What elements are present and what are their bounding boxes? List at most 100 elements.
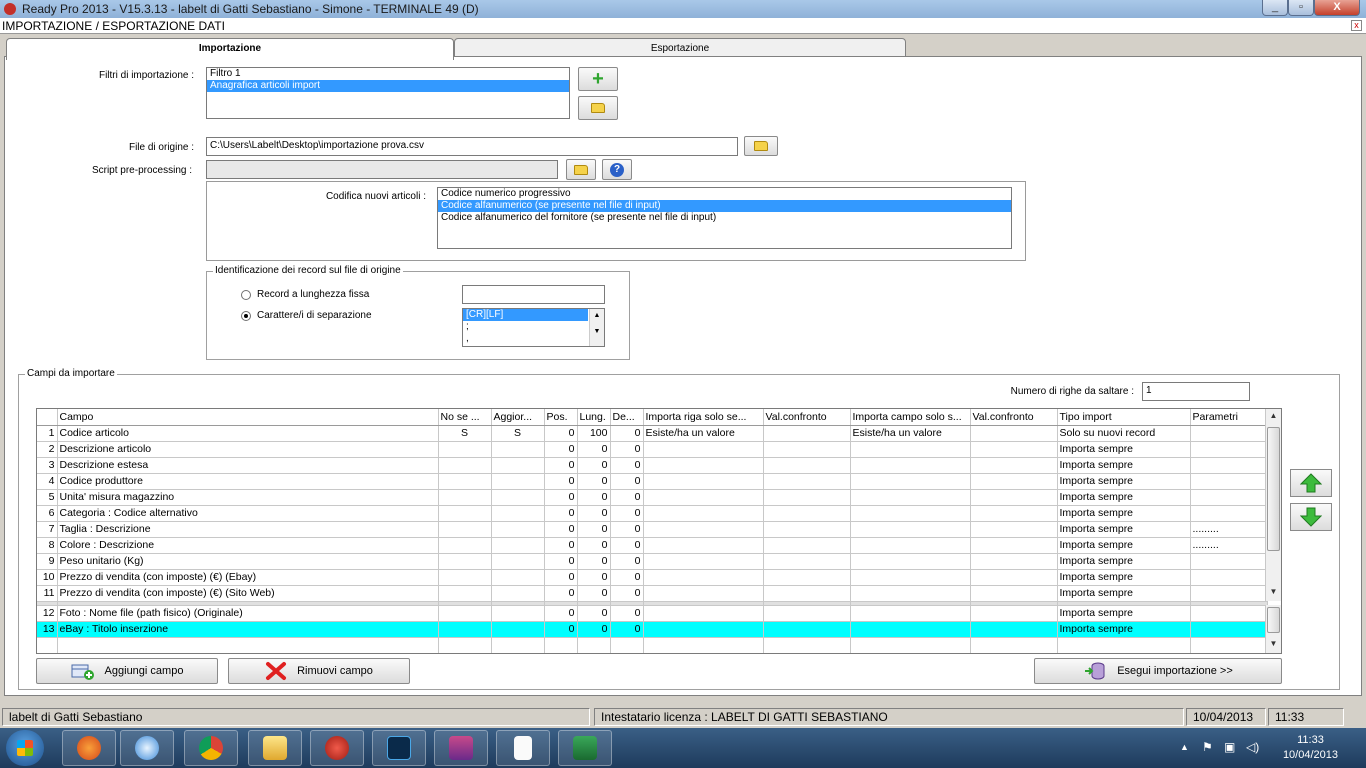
table-cell[interactable] (970, 585, 1058, 602)
table-cell[interactable] (1190, 553, 1268, 570)
table-cell[interactable]: 0 (610, 473, 644, 490)
table-cell[interactable] (850, 637, 971, 653)
table-cell[interactable]: Codice produttore (57, 473, 439, 490)
table-cell[interactable] (763, 537, 851, 554)
table-cell[interactable] (1190, 505, 1268, 522)
table-cell[interactable] (643, 521, 764, 538)
table-cell[interactable]: 0 (610, 521, 644, 538)
table-cell[interactable] (970, 537, 1058, 554)
table-cell[interactable] (643, 621, 764, 638)
table-cell[interactable]: 0 (577, 537, 611, 554)
table-row[interactable]: 9 Peso unitario (Kg) 0 0 0 Importa sempre (37, 553, 1268, 570)
list-item[interactable]: Codice alfanumerico del fornitore (se pr… (438, 212, 1011, 224)
table-cell[interactable]: S (438, 425, 492, 442)
table-cell[interactable] (970, 489, 1058, 506)
table-cell[interactable] (850, 585, 971, 602)
table-cell[interactable] (763, 585, 851, 602)
table-cell[interactable] (763, 553, 851, 570)
table-cell[interactable] (850, 473, 971, 490)
scroll-thumb[interactable] (1267, 427, 1280, 551)
table-cell[interactable]: Importa sempre (1057, 569, 1191, 586)
table-cell[interactable] (438, 441, 492, 458)
taskbar-safari[interactable] (120, 730, 174, 766)
table-cell[interactable] (850, 441, 971, 458)
list-item[interactable]: ; (463, 321, 604, 333)
column-header[interactable]: Importa riga solo se... (643, 409, 764, 426)
table-cell[interactable]: Codice articolo (57, 425, 439, 442)
table-cell[interactable] (763, 489, 851, 506)
table-cell[interactable] (1190, 457, 1268, 474)
table-cell[interactable]: 0 (544, 521, 578, 538)
table-cell[interactable] (610, 637, 644, 653)
table-cell[interactable] (643, 569, 764, 586)
table-row[interactable]: 4 Codice produttore 0 0 0 Importa sempre (37, 473, 1268, 490)
column-header[interactable]: De... (610, 409, 644, 426)
table-cell[interactable] (438, 457, 492, 474)
table-cell[interactable]: 100 (577, 425, 611, 442)
scroll-up-icon[interactable]: ▲ (1266, 409, 1281, 423)
grid-scrollbar[interactable]: ▲ ▼ (1265, 409, 1281, 601)
table-cell[interactable] (643, 553, 764, 570)
clock[interactable]: 11:33 10/04/2013 (1283, 733, 1338, 763)
table-cell[interactable]: Foto : Nome file (path fisico) (Original… (57, 605, 439, 622)
table-cell[interactable] (970, 569, 1058, 586)
remove-field-button[interactable]: Rimuovi campo (228, 658, 410, 684)
table-cell[interactable]: 0 (577, 489, 611, 506)
source-file-input[interactable]: C:\Users\Labelt\Desktop\importazione pro… (206, 137, 738, 156)
table-cell[interactable] (970, 553, 1058, 570)
table-cell[interactable] (970, 425, 1058, 442)
table-cell[interactable] (850, 621, 971, 638)
maximize-button[interactable]: ▫ (1288, 0, 1314, 16)
column-header[interactable]: Campo (57, 409, 439, 426)
column-header[interactable]: No se ... (438, 409, 492, 426)
table-cell[interactable] (1190, 489, 1268, 506)
browse-script-button[interactable] (566, 159, 596, 180)
table-cell[interactable] (438, 605, 492, 622)
minimize-button[interactable]: _ (1262, 0, 1288, 16)
table-cell[interactable]: 0 (610, 569, 644, 586)
table-cell[interactable] (438, 537, 492, 554)
table-cell[interactable] (850, 537, 971, 554)
table-cell[interactable] (491, 537, 545, 554)
fields-grid[interactable]: Campo No se ... Aggior... Pos. Lung. De.… (36, 408, 1282, 654)
table-cell[interactable]: 0 (544, 425, 578, 442)
table-cell[interactable] (763, 457, 851, 474)
scroll-thumb[interactable] (1267, 607, 1280, 633)
list-item[interactable]: , (463, 333, 604, 345)
table-cell[interactable] (1190, 441, 1268, 458)
table-cell[interactable]: Categoria : Codice alternativo (57, 505, 439, 522)
table-cell[interactable] (763, 473, 851, 490)
table-cell[interactable] (438, 489, 492, 506)
table-cell[interactable]: Esiste/ha un valore (850, 425, 971, 442)
table-cell[interactable] (970, 473, 1058, 490)
table-cell[interactable]: 0 (544, 457, 578, 474)
table-cell[interactable] (970, 441, 1058, 458)
column-header[interactable]: Val.confronto (970, 409, 1058, 426)
skip-rows-input[interactable]: 1 (1142, 382, 1250, 401)
table-cell[interactable]: 0 (610, 457, 644, 474)
table-cell[interactable]: Importa sempre (1057, 521, 1191, 538)
table-cell[interactable] (643, 473, 764, 490)
column-header[interactable]: Tipo import (1057, 409, 1191, 426)
table-cell[interactable]: 0 (577, 457, 611, 474)
table-cell[interactable] (970, 637, 1058, 653)
table-cell[interactable]: 0 (610, 621, 644, 638)
table-cell[interactable] (643, 457, 764, 474)
tray-expand-icon[interactable]: ▲ (1180, 742, 1189, 752)
list-item[interactable]: Codice alfanumerico (se presente nel fil… (438, 200, 1011, 212)
table-cell[interactable] (643, 489, 764, 506)
table-cell[interactable]: Importa sempre (1057, 441, 1191, 458)
column-header[interactable]: Lung. (577, 409, 611, 426)
taskbar-document[interactable] (496, 730, 550, 766)
table-cell[interactable] (1190, 425, 1268, 442)
frozen-scrollbar[interactable]: ▼ (1265, 605, 1281, 653)
table-cell[interactable] (850, 605, 971, 622)
table-cell[interactable] (438, 505, 492, 522)
table-cell[interactable]: 0 (610, 441, 644, 458)
table-row[interactable]: 5 Unita' misura magazzino 0 0 0 Importa sempr… (37, 489, 1268, 506)
table-cell[interactable] (1190, 605, 1268, 622)
table-cell[interactable] (850, 521, 971, 538)
table-cell[interactable]: Peso unitario (Kg) (57, 553, 439, 570)
browse-file-button[interactable] (744, 136, 778, 156)
table-cell[interactable] (763, 505, 851, 522)
